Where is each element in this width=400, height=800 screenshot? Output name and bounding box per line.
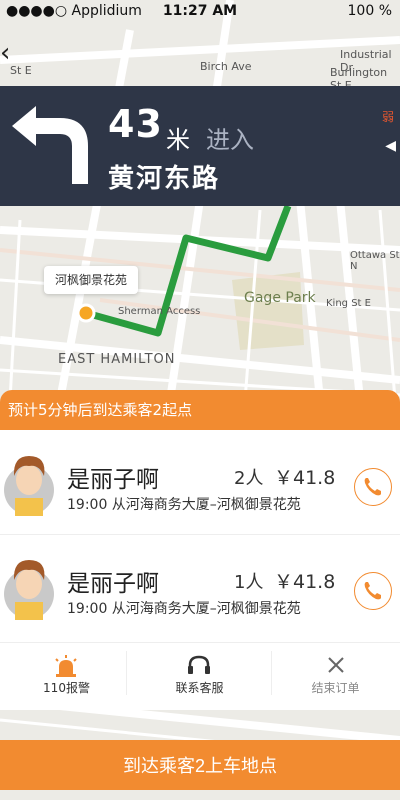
signal-weak-label: 弱 — [381, 110, 394, 124]
customer-service-button[interactable]: 联系客服 — [133, 643, 266, 703]
close-icon — [328, 657, 344, 673]
turn-left-arrow-icon — [12, 106, 88, 184]
back-chevron-icon[interactable]: ‹ — [0, 38, 10, 68]
passenger-name: 是丽子啊 — [67, 571, 159, 597]
passenger-fare: ￥41.8 — [274, 571, 336, 593]
nav-distance: 43 — [108, 102, 163, 146]
status-bar: ●●●●○ Applidium 11:27 AM 100 % — [0, 0, 400, 22]
passenger-avatar — [4, 456, 54, 516]
passenger-route: 19:00 从河海商务大厦–河枫御景花苑 — [67, 601, 301, 617]
passenger-count: 2人 — [234, 468, 264, 489]
headset-icon — [188, 655, 210, 674]
map-label-east-hamilton: EAST HAMILTON — [58, 352, 176, 367]
alarm-siren-icon — [55, 655, 77, 677]
passenger-avatar — [4, 560, 54, 620]
passenger-count: 1人 — [234, 572, 264, 593]
arrive-pickup-button[interactable]: 到达乘客2上车地点 — [0, 740, 400, 790]
call-button[interactable] — [354, 572, 392, 610]
phone-icon — [364, 478, 381, 496]
map-label-sherman: Sherman Access — [118, 306, 201, 317]
alarm-label: 110报警 — [43, 681, 90, 695]
map-label-gage-park: Gage Park — [244, 290, 316, 306]
passenger-card[interactable]: 是丽子啊 1人 ￥41.8 19:00 从河海商务大厦–河枫御景花苑 — [0, 534, 400, 638]
battery-level: 100 % — [347, 3, 392, 19]
phone-icon — [364, 582, 381, 600]
passenger-card[interactable]: 是丽子啊 2人 ￥41.8 19:00 从河海商务大厦–河枫御景花苑 — [0, 430, 400, 534]
clock: 11:27 AM — [162, 3, 238, 19]
nav-road-name: 黄河东路 — [108, 164, 221, 194]
call-button[interactable] — [354, 468, 392, 506]
nav-distance-unit: 米 — [166, 126, 190, 154]
action-divider — [126, 651, 127, 695]
map-label-birch: Birch Ave — [200, 60, 252, 73]
navigation-banner: 43 米 进入 黄河东路 ◀ 弱 — [0, 86, 400, 206]
map-label-top-st: St E — [10, 64, 32, 77]
map-label-ottawa: Ottawa St N — [350, 250, 400, 272]
destination-marker[interactable] — [76, 303, 96, 323]
passenger-name: 是丽子啊 — [67, 467, 159, 493]
passenger-route: 19:00 从河海商务大厦–河枫御景花苑 — [67, 497, 301, 513]
destination-popup[interactable]: 河枫御景花苑 — [44, 266, 138, 294]
customer-service-label: 联系客服 — [175, 681, 224, 695]
passenger-fare: ￥41.8 — [274, 467, 336, 489]
action-bar: 110报警 联系客服 结束订单 — [0, 642, 400, 703]
nav-action: 进入 — [206, 126, 254, 154]
map-label-king: King St E — [326, 298, 371, 309]
volume-icon[interactable]: ◀ — [385, 138, 396, 154]
end-order-label: 结束订单 — [311, 681, 360, 695]
park-area — [232, 272, 304, 350]
alarm-button[interactable]: 110报警 — [0, 643, 133, 703]
end-order-button[interactable]: 结束订单 — [271, 643, 400, 703]
eta-banner: 预计5分钟后到达乘客2起点 — [0, 390, 400, 430]
eta-text: 预计5分钟后到达乘客2起点 — [8, 401, 193, 419]
